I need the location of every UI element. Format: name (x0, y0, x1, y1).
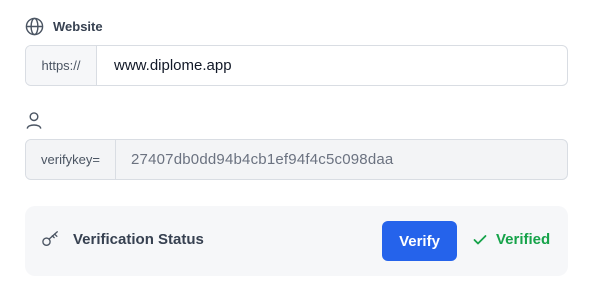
verify-key-input[interactable] (116, 140, 567, 179)
verify-button[interactable]: Verify (382, 221, 457, 261)
verification-status-card: Verification Status Verify Verified (25, 206, 568, 276)
website-field: https:// (25, 45, 568, 86)
verified-status: Verified (473, 231, 550, 248)
verify-key-prefix-addon: verifykey= (26, 140, 116, 179)
key-icon (41, 230, 61, 248)
checkmark-icon (473, 234, 487, 246)
website-label: Website (53, 19, 103, 34)
website-verification-panel: Website https:// verifykey= (0, 0, 600, 282)
verified-text: Verified (496, 231, 551, 248)
website-input[interactable] (97, 46, 567, 85)
verification-status-label-group: Verification Status (41, 230, 204, 248)
verify-key-label-row (25, 111, 52, 130)
user-icon (25, 111, 43, 130)
globe-icon (25, 17, 44, 36)
url-prefix-addon: https:// (26, 46, 97, 85)
website-label-row: Website (25, 17, 103, 36)
verify-key-field: verifykey= (25, 139, 568, 180)
verification-status-title: Verification Status (73, 230, 204, 248)
